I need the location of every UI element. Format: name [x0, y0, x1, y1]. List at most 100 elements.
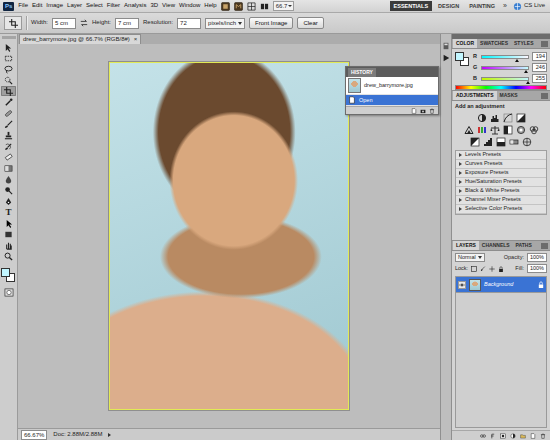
trash-icon[interactable]	[429, 108, 435, 114]
slider-thumb[interactable]	[524, 70, 528, 73]
delete-layer-icon[interactable]	[540, 433, 546, 439]
menu-item[interactable]: File	[18, 2, 28, 9]
view-extras-icon[interactable]	[247, 2, 256, 11]
history-item[interactable]: drew_barrymore.jpg	[346, 77, 438, 95]
channel-value-field[interactable]: 194	[532, 52, 547, 61]
preset-label[interactable]: Exposure Presets	[465, 169, 508, 176]
brush-tool[interactable]	[1, 119, 16, 129]
gradient-tool[interactable]	[1, 163, 16, 173]
link-layers-icon[interactable]	[480, 433, 486, 439]
panel-menu-icon[interactable]	[541, 93, 548, 99]
panel-tab[interactable]: ADJUSTMENTS	[453, 91, 497, 100]
new-document-icon[interactable]	[411, 108, 417, 114]
expand-arrow-icon[interactable]	[459, 207, 462, 211]
workspace-button[interactable]: DESIGN	[434, 1, 463, 11]
history-item-label[interactable]: drew_barrymore.jpg	[364, 82, 413, 89]
preset-item[interactable]: Levels Presets	[456, 151, 546, 160]
preset-item[interactable]: Channel Mixer Presets	[456, 196, 546, 205]
cs-live-label[interactable]: CS Live	[524, 2, 545, 9]
lock-position-icon[interactable]	[489, 266, 495, 272]
levels-icon[interactable]	[490, 113, 500, 123]
foreground-color[interactable]	[1, 268, 10, 277]
resolution-field[interactable]: 72	[177, 18, 201, 29]
preset-item[interactable]: Selective Color Presets	[456, 205, 546, 214]
canvas-area[interactable]: HISTORY drew_barrymore.jpg Open	[18, 44, 440, 428]
status-zoom-field[interactable]: 66.67%	[21, 430, 47, 440]
visibility-eye-icon[interactable]	[458, 281, 466, 289]
marquee-tool[interactable]	[1, 53, 16, 63]
panel-tab[interactable]: LAYERS	[453, 241, 479, 250]
panel-tab[interactable]: PATHS	[513, 241, 535, 250]
channel-value-field[interactable]: 255	[532, 74, 547, 83]
panel-tab[interactable]: MASKS	[497, 91, 521, 100]
exposure-icon[interactable]	[516, 113, 526, 123]
panel-tab[interactable]: STYLES	[511, 39, 536, 48]
pathselect-tool[interactable]	[1, 218, 16, 228]
add-mask-icon[interactable]	[500, 433, 506, 439]
menu-item[interactable]: View	[162, 2, 175, 9]
preset-item[interactable]: Curves Presets	[456, 160, 546, 169]
shape-tool[interactable]	[1, 229, 16, 239]
more-workspaces-button[interactable]: »	[501, 2, 509, 10]
threshold-icon[interactable]	[496, 137, 506, 147]
lock-all-icon[interactable]	[498, 266, 504, 272]
status-menu-arrow-icon[interactable]	[108, 433, 111, 437]
actions-dock-icon[interactable]	[442, 54, 450, 62]
layer-name[interactable]: Background	[484, 281, 535, 288]
lasso-tool[interactable]	[1, 64, 16, 74]
panel-tab[interactable]: SWATCHES	[477, 39, 511, 48]
hue-saturation-icon[interactable]	[477, 125, 487, 135]
menu-item[interactable]: Edit	[32, 2, 42, 9]
type-tool[interactable]: T	[1, 207, 16, 217]
expand-arrow-icon[interactable]	[459, 180, 462, 184]
preset-item[interactable]: Hue/Saturation Presets	[456, 178, 546, 187]
blend-mode-dropdown[interactable]: Normal	[455, 253, 485, 262]
stamp-tool[interactable]	[1, 130, 16, 140]
photo-filter-icon[interactable]	[516, 125, 526, 135]
history-tab[interactable]: HISTORY	[348, 68, 376, 77]
invert-icon[interactable]	[470, 137, 480, 147]
foreground-color-swatch[interactable]	[455, 52, 464, 61]
swap-dimensions-icon[interactable]	[80, 19, 88, 27]
document-tab[interactable]: drew_barrymore.jpg @ 66.7% (RGB/8#) ×	[19, 34, 141, 44]
channel-slider[interactable]	[481, 77, 529, 81]
slider-thumb[interactable]	[526, 81, 530, 84]
selective-color-icon[interactable]	[522, 137, 532, 147]
zoom-tool[interactable]	[1, 251, 16, 261]
opacity-field[interactable]: 100%	[527, 253, 547, 262]
preset-label[interactable]: Channel Mixer Presets	[465, 196, 521, 203]
menu-item[interactable]: Analysis	[124, 2, 146, 9]
layer-style-icon[interactable]	[490, 433, 496, 439]
front-image-button[interactable]: Front Image	[249, 17, 293, 29]
dodge-tool[interactable]	[1, 185, 16, 195]
menu-item[interactable]: Help	[204, 2, 216, 9]
close-document-button[interactable]: ×	[134, 35, 138, 44]
document-title[interactable]: drew_barrymore.jpg @ 66.7% (RGB/8#)	[23, 35, 130, 44]
snapshot-camera-icon[interactable]	[420, 108, 426, 114]
history-item[interactable]: Open	[346, 95, 438, 106]
channel-slider[interactable]	[481, 66, 529, 70]
panel-menu-icon[interactable]	[541, 41, 548, 47]
adjustment-layer-icon[interactable]	[510, 433, 516, 439]
channel-slider[interactable]	[481, 55, 529, 59]
panel-tab[interactable]: COLOR	[453, 39, 477, 48]
height-field[interactable]: 7 cm	[115, 18, 139, 29]
move-tool[interactable]	[1, 42, 16, 52]
width-field[interactable]: 5 cm	[52, 18, 76, 29]
channel-mixer-icon[interactable]	[529, 125, 539, 135]
brightness-contrast-icon[interactable]	[477, 113, 487, 123]
resolution-units-dropdown[interactable]: pixels/inch	[205, 18, 245, 29]
preset-label[interactable]: Black & White Presets	[465, 187, 519, 194]
expand-arrow-icon[interactable]	[459, 171, 462, 175]
history-item-label[interactable]: Open	[359, 97, 372, 104]
blur-tool[interactable]	[1, 174, 16, 184]
menu-item[interactable]: 3D	[150, 2, 158, 9]
healing-tool[interactable]	[1, 108, 16, 118]
menu-item[interactable]: Image	[46, 2, 63, 9]
preset-label[interactable]: Curves Presets	[465, 160, 503, 167]
fill-field[interactable]: 100%	[527, 264, 547, 273]
new-group-icon[interactable]	[520, 433, 526, 439]
bridge-icon[interactable]	[221, 2, 230, 11]
zoom-level-dropdown[interactable]: 66.7	[273, 1, 295, 11]
panel-tab[interactable]: CHANNELS	[479, 241, 513, 250]
